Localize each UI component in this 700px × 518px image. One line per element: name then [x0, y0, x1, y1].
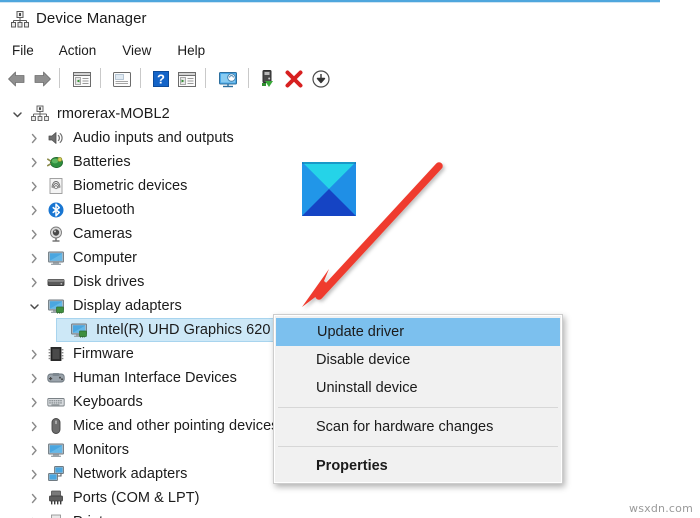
- scan-hardware-changes-icon[interactable]: [216, 68, 242, 90]
- menu-bar: File Action View Help: [0, 37, 660, 63]
- back-arrow-icon[interactable]: [6, 68, 28, 90]
- tree-item-audio-inputs-and-outputs[interactable]: Audio inputs and outputs: [0, 126, 655, 150]
- show-hide-console-tree-icon[interactable]: [71, 68, 93, 90]
- menu-action[interactable]: Action: [59, 40, 97, 61]
- toolbar-separator: [140, 68, 141, 88]
- properties-icon[interactable]: [111, 68, 133, 90]
- toolbar-separator: [248, 68, 249, 88]
- display-adapter-icon: [47, 297, 65, 315]
- chevron-right-icon[interactable]: [28, 252, 41, 265]
- bluetooth-icon: [47, 201, 65, 219]
- chevron-down-icon[interactable]: [11, 108, 24, 121]
- tree-item-label: Keyboards: [73, 394, 143, 410]
- forward-arrow-icon[interactable]: [31, 68, 53, 90]
- title-bar: Device Manager: [0, 3, 660, 33]
- disk-drive-icon: [47, 273, 65, 291]
- toolbar: ?: [0, 64, 660, 164]
- blue-x-logo: [302, 162, 356, 216]
- tree-item-label: Audio inputs and outputs: [73, 130, 234, 146]
- chevron-right-icon[interactable]: [28, 492, 41, 505]
- watermark: wsxdn.com: [629, 502, 693, 515]
- window-title: Device Manager: [36, 10, 147, 27]
- toolbar-separator: [100, 68, 101, 88]
- context-menu-item-disable-device[interactable]: Disable device: [275, 346, 561, 374]
- monitor-icon: [47, 441, 65, 459]
- context-menu-separator: [278, 407, 558, 408]
- tree-item-label: rmorerax-MOBL2: [57, 106, 170, 122]
- port-icon: [47, 489, 65, 507]
- firmware-chip-icon: [47, 345, 65, 363]
- chevron-right-icon[interactable]: [28, 228, 41, 241]
- chevron-right-icon[interactable]: [28, 180, 41, 193]
- svg-text:?: ?: [157, 72, 165, 87]
- tree-item-ports-com-and-lpt[interactable]: Ports (COM & LPT): [0, 486, 655, 510]
- computer-root-icon: [31, 105, 49, 123]
- help-icon[interactable]: ?: [150, 68, 172, 90]
- camera-icon: [47, 225, 65, 243]
- menu-help[interactable]: Help: [177, 40, 205, 61]
- context-menu[interactable]: Update driver Disable device Uninstall d…: [273, 314, 563, 484]
- tree-item-label: Cameras: [73, 226, 133, 242]
- context-menu-item-properties[interactable]: Properties: [275, 452, 561, 480]
- tree-item-label: Human Interface Devices: [73, 370, 237, 386]
- tree-item-label: Display adapters: [73, 298, 182, 314]
- tree-item-label: Computer: [73, 250, 138, 266]
- action-pane-icon[interactable]: [176, 68, 198, 90]
- uninstall-device-icon[interactable]: [283, 68, 305, 90]
- tree-item-label: Network adapters: [73, 466, 188, 482]
- keyboard-icon: [47, 393, 65, 411]
- chevron-right-icon[interactable]: [28, 348, 41, 361]
- chevron-right-icon[interactable]: [28, 396, 41, 409]
- device-manager-icon: [11, 11, 29, 28]
- chevron-right-icon[interactable]: [28, 372, 41, 385]
- context-menu-separator: [278, 446, 558, 447]
- network-adapter-icon: [47, 465, 65, 483]
- tree-item-print-queues[interactable]: Print queues: [0, 510, 655, 518]
- tree-item-label: Disk drives: [73, 274, 145, 290]
- context-menu-item-uninstall-device[interactable]: Uninstall device: [275, 374, 561, 402]
- hid-gamepad-icon: [47, 369, 65, 387]
- printer-icon: [47, 513, 65, 518]
- toolbar-separator: [59, 68, 60, 88]
- tree-item-label: Intel(R) UHD Graphics 620: [96, 322, 271, 338]
- chevron-right-icon[interactable]: [28, 444, 41, 457]
- chevron-right-icon[interactable]: [28, 420, 41, 433]
- tree-item-label: Print queues: [73, 514, 155, 518]
- fingerprint-icon: [47, 177, 65, 195]
- battery-icon: [47, 153, 65, 171]
- tree-item-label: Mice and other pointing devices: [73, 418, 279, 434]
- speaker-icon: [47, 129, 65, 147]
- monitor-icon: [47, 249, 65, 267]
- menu-file[interactable]: File: [12, 40, 34, 61]
- display-adapter-icon: [70, 321, 88, 339]
- device-manager-window: Device Manager File Action View Help ? r…: [0, 0, 700, 518]
- chevron-right-icon[interactable]: [28, 204, 41, 217]
- mouse-icon: [47, 417, 65, 435]
- update-driver-icon[interactable]: [257, 68, 279, 90]
- tree-item-cameras[interactable]: Cameras: [0, 222, 655, 246]
- context-menu-item-scan-for-hardware-changes[interactable]: Scan for hardware changes: [275, 413, 561, 441]
- disable-device-icon[interactable]: [310, 68, 332, 90]
- tree-item-label: Ports (COM & LPT): [73, 490, 200, 506]
- tree-item-label: Biometric devices: [73, 178, 188, 194]
- chevron-down-icon[interactable]: [28, 300, 41, 313]
- chevron-right-icon[interactable]: [28, 468, 41, 481]
- chevron-right-icon[interactable]: [28, 276, 41, 289]
- context-menu-item-update-driver[interactable]: Update driver: [276, 318, 560, 346]
- chevron-right-icon[interactable]: [28, 132, 41, 145]
- chevron-right-icon[interactable]: [28, 156, 41, 169]
- tree-item-label: Batteries: [73, 154, 131, 170]
- menu-view[interactable]: View: [122, 40, 151, 61]
- tree-item-label: Bluetooth: [73, 202, 135, 218]
- tree-item-label: Monitors: [73, 442, 129, 458]
- tree-item-label: Firmware: [73, 346, 134, 362]
- tree-item-computer[interactable]: Computer: [0, 246, 655, 270]
- toolbar-separator: [205, 68, 206, 88]
- tree-item-root[interactable]: rmorerax-MOBL2: [0, 102, 655, 126]
- tree-item-disk-drives[interactable]: Disk drives: [0, 270, 655, 294]
